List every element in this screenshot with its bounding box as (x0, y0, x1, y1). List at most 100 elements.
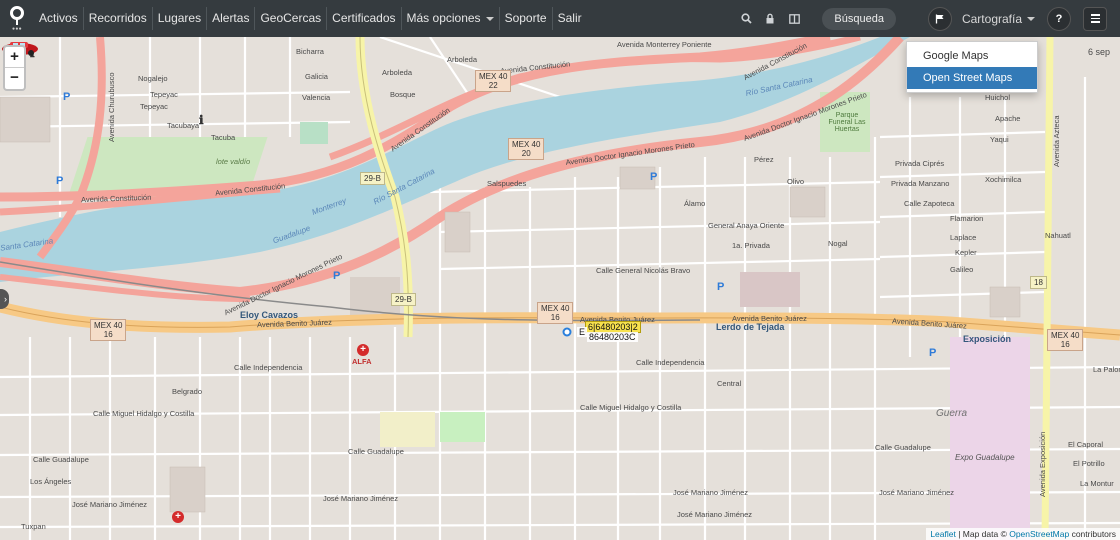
vehicle-plate-label[interactable]: 86480203C (587, 332, 638, 342)
street-label: José Mariano Jiménez (673, 488, 749, 497)
street-label: Valencia (302, 93, 331, 102)
street-label: Tuxpan (21, 522, 46, 531)
street-label: La Montur (1080, 479, 1114, 488)
street-label: Belgrado (172, 387, 203, 396)
area-label: Eloy Cavazos (240, 310, 299, 320)
street-label: Privada Ciprés (895, 159, 945, 168)
menu-salir[interactable]: Salir (551, 7, 587, 30)
hospital-icon: + (357, 344, 369, 356)
leaflet-link[interactable]: Leaflet (930, 529, 956, 539)
highway-shield: MEX 40 22 (475, 70, 512, 92)
menu-icon-bar (1090, 14, 1100, 16)
menu-alertas[interactable]: Alertas (206, 7, 254, 30)
street-label: Kepler (955, 248, 977, 257)
street-label: Calle Independencia (234, 363, 303, 372)
menu-button[interactable] (1083, 6, 1107, 31)
location-dot-icon (562, 327, 572, 337)
street-label: Tepeyac (140, 102, 168, 111)
menu-soporte[interactable]: Soporte (498, 7, 552, 30)
menu-recorridos[interactable]: Recorridos (82, 7, 152, 30)
shield-number: 20 (521, 149, 531, 158)
shield-name: MEX 40 (541, 304, 570, 313)
map-attribution: Leaflet | Map data © OpenStreetMap contr… (926, 528, 1120, 540)
street-label: Calle Independencia (636, 358, 705, 367)
highway-shield: 29-B (391, 293, 416, 306)
street-label: Los Ángeles (30, 477, 72, 486)
street-label: José Mariano Jiménez (323, 494, 399, 503)
parking-icon: P (333, 270, 341, 282)
street-label: Bicharra (296, 47, 324, 56)
map-view[interactable]: Bicharra Arboleda Arboleda Galicia Valen… (0, 37, 1120, 540)
shield-name: MEX 40 (479, 72, 508, 81)
street-label: Xochimilca (985, 175, 1022, 184)
street-label: Flamarion (950, 214, 984, 223)
street-label: Huichol (985, 93, 1011, 102)
columns-icon[interactable] (782, 0, 806, 37)
area-label: Guerra (936, 408, 968, 419)
vehicle-prefix-label: E (577, 327, 588, 337)
poi-label: ALFA (352, 357, 372, 366)
osm-link[interactable]: OpenStreetMap (1009, 529, 1069, 539)
street-label: General Anaya Oriente (708, 221, 785, 230)
menu-icon-bar (1090, 17, 1100, 20)
zoom-in-button[interactable]: + (5, 47, 24, 68)
street-label: Tepeyac (150, 90, 178, 99)
area-label: Lerdo de Tejada (716, 322, 785, 332)
street-label: 6 sep (1088, 47, 1111, 57)
search-icon[interactable] (734, 0, 758, 37)
shield-name: MEX 40 (94, 321, 123, 330)
location-pin-icon (10, 5, 24, 25)
highway-shield: MEX 40 16 (537, 302, 574, 324)
menu-lugares[interactable]: Lugares (151, 7, 206, 30)
street-label: Calle Guadalupe (33, 455, 89, 464)
street-label: Avenida Monterrey Poniente (617, 40, 712, 49)
busqueda-button[interactable]: Búsqueda (822, 7, 896, 30)
highway-shield: 18 (1030, 276, 1047, 289)
logo-text: ●●● (12, 25, 22, 32)
street-label: José Mariano Jiménez (677, 510, 753, 519)
cartografia-dropdown-menu: Google Maps Open Street Maps (906, 41, 1038, 93)
menu-activos[interactable]: Activos (34, 7, 83, 30)
street-label: El Caporal (1068, 440, 1104, 449)
cartografia-label: Cartografía (961, 11, 1022, 26)
option-open-street-maps[interactable]: Open Street Maps (907, 67, 1037, 89)
menu-certificados[interactable]: Certificados (326, 7, 400, 30)
street-label: Calle Zapoteca (904, 199, 955, 208)
parking-icon: P (650, 171, 658, 183)
menu-geocercas[interactable]: GeoCercas (254, 7, 326, 30)
help-button[interactable]: ? (1047, 6, 1071, 31)
street-label: Olivo (787, 177, 805, 186)
street-label: Calle General Nicolás Bravo (596, 266, 691, 275)
parking-icon: P (929, 347, 937, 359)
street-label: Bosque (390, 90, 416, 99)
lock-icon[interactable] (758, 0, 782, 37)
parking-icon: P (717, 281, 725, 293)
zoom-out-button[interactable]: − (5, 68, 24, 89)
park-label: Parque Funeral Las Huertas (828, 112, 866, 133)
top-navbar: ●●● Activos Recorridos Lugares Alertas G… (0, 0, 1120, 37)
street-label: José Mariano Jiménez (879, 488, 955, 497)
map-canvas[interactable] (0, 37, 1120, 540)
menu-mas-opciones[interactable]: Más opciones (400, 7, 499, 30)
street-label: Calle Miguel Hidalgo y Costilla (580, 403, 682, 412)
flag-icon (935, 14, 944, 23)
street-label: Nahuatl (1045, 231, 1071, 240)
street-label: Laplace (950, 233, 977, 242)
street-label: José Mariano Jiménez (72, 500, 148, 509)
street-label: Yaqui (990, 135, 1009, 144)
street-label: Tacubaya (167, 121, 200, 130)
street-label: Calle Miguel Hidalgo y Costilla (93, 409, 195, 418)
street-label: Nogal (828, 239, 848, 248)
flag-button[interactable] (927, 6, 952, 31)
chevron-right-icon: › (4, 294, 7, 304)
menu-mas-opciones-label: Más opciones (406, 11, 481, 25)
attribution-contributors: contributors (1069, 529, 1116, 539)
street-label: Tacuba (211, 133, 236, 142)
app-logo[interactable]: ●●● (0, 0, 34, 37)
parking-icon: P (56, 175, 64, 187)
cartografia-dropdown-toggle[interactable]: Cartografía (962, 12, 1035, 26)
street-label: La Palom (1093, 365, 1120, 374)
shield-number: 16 (550, 313, 560, 322)
option-google-maps[interactable]: Google Maps (907, 45, 1037, 67)
street-label: Galileo (950, 265, 974, 274)
